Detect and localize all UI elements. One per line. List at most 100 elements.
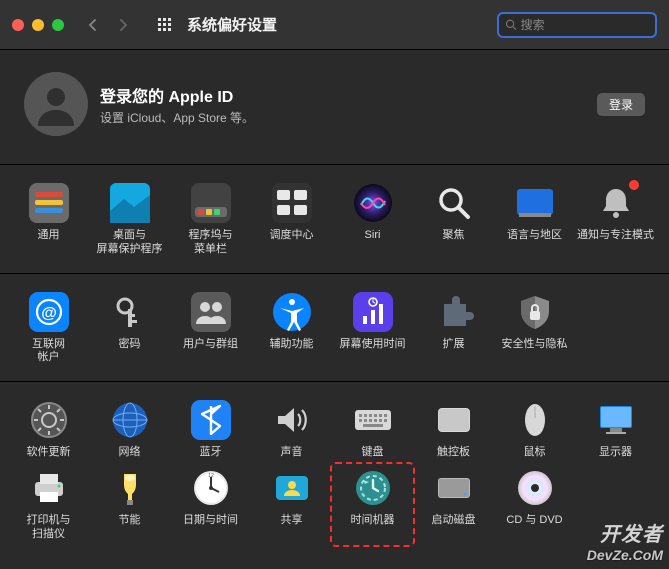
sharing-icon — [272, 468, 312, 508]
general-icon — [29, 183, 69, 223]
pref-bluetooth[interactable]: 蓝牙 — [170, 396, 251, 464]
pref-spotlight[interactable]: 聚焦 — [413, 179, 494, 261]
desktop-icon — [110, 183, 150, 223]
pref-label: 用户与群组 — [183, 338, 238, 352]
forward-button[interactable] — [112, 14, 134, 36]
network-icon — [110, 400, 150, 440]
pref-label: Siri — [365, 229, 381, 243]
pref-users-groups[interactable]: 用户与群组 — [170, 288, 251, 370]
energy-icon — [110, 468, 150, 508]
pref-printers[interactable]: 打印机与 扫描仪 — [8, 464, 89, 546]
pref-label: 密码 — [119, 338, 141, 352]
bluetooth-icon — [191, 400, 231, 440]
pref-label: 声音 — [281, 446, 303, 460]
pref-label: 显示器 — [599, 446, 632, 460]
pref-label: 触控板 — [437, 446, 470, 460]
users-groups-icon — [191, 292, 231, 332]
startup-disk-icon — [434, 468, 474, 508]
screen-time-icon — [353, 292, 393, 332]
pref-keyboard[interactable]: 键盘 — [332, 396, 413, 464]
trackpad-icon — [434, 400, 474, 440]
pref-date-time[interactable]: 12日期与时间 — [170, 464, 251, 546]
pref-label: 打印机与 扫描仪 — [27, 514, 71, 542]
pref-general[interactable]: 通用 — [8, 179, 89, 261]
pref-label: 安全性与隐私 — [502, 338, 568, 352]
pref-mouse[interactable]: 鼠标 — [494, 396, 575, 464]
pref-mission-control[interactable]: 调度中心 — [251, 179, 332, 261]
passwords-icon — [110, 292, 150, 332]
pref-label: 扩展 — [443, 338, 465, 352]
extensions-icon — [434, 292, 474, 332]
pref-dock[interactable]: 程序坞与 菜单栏 — [170, 179, 251, 261]
pref-network[interactable]: 网络 — [89, 396, 170, 464]
pref-label: 桌面与 屏幕保护程序 — [97, 229, 163, 257]
pref-label: 屏幕使用时间 — [340, 338, 406, 352]
pref-time-machine[interactable]: 时间机器 — [332, 464, 413, 546]
minimize-window-button[interactable] — [32, 19, 44, 31]
pref-label: 程序坞与 菜单栏 — [189, 229, 233, 257]
apple-id-texts: 登录您的 Apple ID 设置 iCloud、App Store 等。 — [100, 83, 254, 126]
pref-software-update[interactable]: 软件更新 — [8, 396, 89, 464]
pref-extensions[interactable]: 扩展 — [413, 288, 494, 370]
pref-language[interactable]: 语言与地区 — [494, 179, 575, 261]
security-icon — [515, 292, 555, 332]
search-field[interactable] — [497, 12, 657, 38]
pref-label: 蓝牙 — [200, 446, 222, 460]
pref-energy[interactable]: 节能 — [89, 464, 170, 546]
pref-label: 软件更新 — [27, 446, 71, 460]
accessibility-icon — [272, 292, 312, 332]
pref-label: CD 与 DVD — [506, 514, 562, 528]
avatar — [24, 72, 88, 136]
dock-icon — [191, 183, 231, 223]
pref-label: 通用 — [38, 229, 60, 243]
cd-dvd-icon — [515, 468, 555, 508]
show-all-icon[interactable] — [158, 18, 171, 31]
software-update-icon — [29, 400, 69, 440]
pref-startup-disk[interactable]: 启动磁盘 — [413, 464, 494, 546]
pref-accessibility[interactable]: 辅助功能 — [251, 288, 332, 370]
language-icon — [515, 183, 555, 223]
person-icon — [32, 80, 80, 128]
pref-security[interactable]: 安全性与隐私 — [494, 288, 575, 370]
pref-sound[interactable]: 声音 — [251, 396, 332, 464]
window-title: 系统偏好设置 — [187, 14, 277, 35]
sign-in-button[interactable]: 登录 — [597, 93, 645, 116]
pref-passwords[interactable]: 密码 — [89, 288, 170, 370]
section-2: 软件更新 网络 蓝牙 声音 键盘 触控板 鼠标 显示器打印机与 扫描仪节能12日期与时间共享时… — [0, 382, 669, 557]
pref-label: 网络 — [119, 446, 141, 460]
apple-id-heading: 登录您的 Apple ID — [100, 83, 254, 107]
fullscreen-window-button[interactable] — [52, 19, 64, 31]
close-window-button[interactable] — [12, 19, 24, 31]
notification-badge — [628, 179, 640, 191]
pref-desktop[interactable]: 桌面与 屏幕保护程序 — [89, 179, 170, 261]
printers-icon — [29, 468, 69, 508]
pref-notifications[interactable]: 通知与专注模式 — [575, 179, 656, 261]
pref-siri[interactable]: Siri — [332, 179, 413, 261]
pref-label: 鼠标 — [524, 446, 546, 460]
pref-label: 键盘 — [362, 446, 384, 460]
siri-icon — [353, 183, 393, 223]
section-1: @ 互联网 帐户 密码 用户与群组辅助功能屏幕使用时间 扩展 安全性与隐私 — [0, 274, 669, 383]
pref-cd-dvd[interactable]: CD 与 DVD — [494, 464, 575, 546]
displays-icon — [596, 400, 636, 440]
pref-sharing[interactable]: 共享 — [251, 464, 332, 546]
pref-label: 日期与时间 — [183, 514, 238, 528]
apple-id-banner: 登录您的 Apple ID 设置 iCloud、App Store 等。 登录 — [0, 50, 669, 165]
search-input[interactable] — [521, 18, 649, 32]
pref-label: 通知与专注模式 — [577, 229, 654, 243]
highlight-box — [330, 462, 415, 548]
svg-text:@: @ — [41, 305, 57, 322]
pref-label: 互联网 帐户 — [32, 338, 65, 366]
section-0: 通用 桌面与 屏幕保护程序程序坞与 菜单栏调度中心 Siri 聚焦语言与地区通知与专注… — [0, 165, 669, 274]
pref-trackpad[interactable]: 触控板 — [413, 396, 494, 464]
spotlight-icon — [434, 183, 474, 223]
apple-id-subtext: 设置 iCloud、App Store 等。 — [100, 109, 254, 126]
sound-icon — [272, 400, 312, 440]
back-button[interactable] — [82, 14, 104, 36]
pref-screen-time[interactable]: 屏幕使用时间 — [332, 288, 413, 370]
pref-internet-accounts[interactable]: @ 互联网 帐户 — [8, 288, 89, 370]
search-icon — [505, 18, 517, 31]
pref-label: 启动磁盘 — [432, 514, 476, 528]
window-controls — [12, 19, 64, 31]
pref-displays[interactable]: 显示器 — [575, 396, 656, 464]
